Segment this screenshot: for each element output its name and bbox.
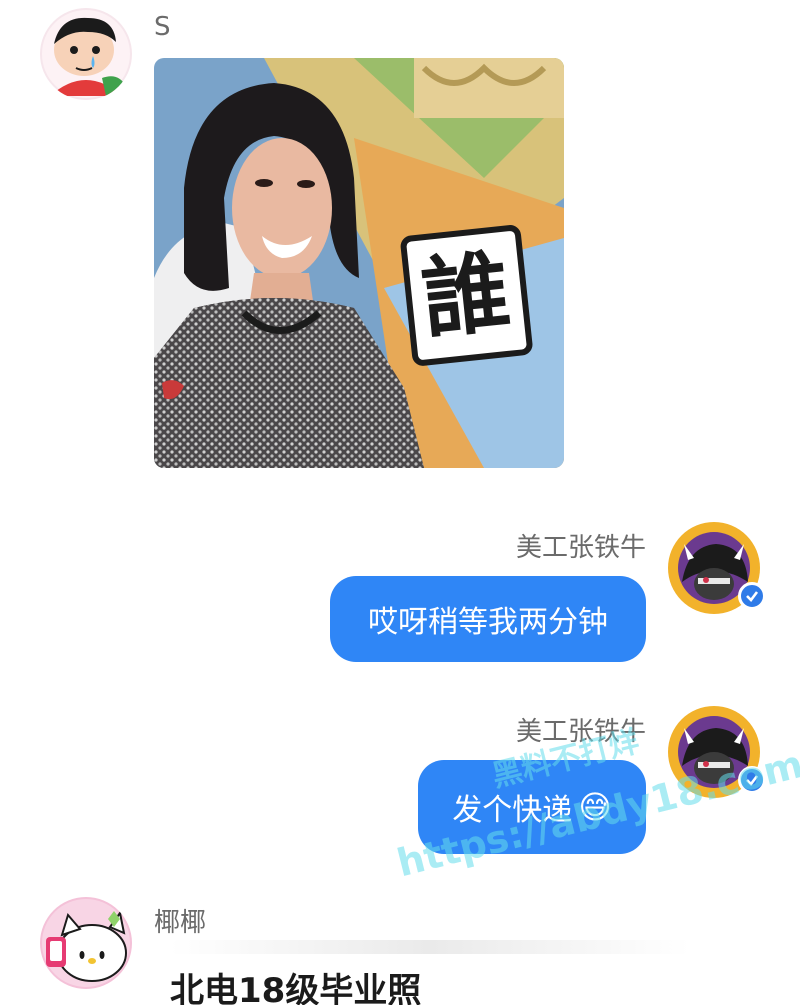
sender-name: 美工张铁牛 <box>515 533 646 563</box>
blurred-divider <box>170 940 690 954</box>
message-bubble[interactable]: 发个快递 😅 <box>418 760 646 854</box>
avatar-yeye[interactable] <box>40 897 132 989</box>
message-text: 哎呀稍等我两分钟 <box>368 605 608 640</box>
message-text[interactable]: 北电18级毕业照 <box>170 963 421 1005</box>
message-bubble[interactable]: 哎呀稍等我两分钟 <box>330 576 646 662</box>
verified-check-icon <box>738 766 766 794</box>
sender-name: 美工张铁牛 <box>515 717 646 747</box>
sweat-smile-emoji-icon: 😅 <box>578 788 612 826</box>
message-text: 发个快递 <box>452 793 573 828</box>
hello-kitty-avatar <box>40 897 132 989</box>
chat-thread[interactable]: S 誰 美工张铁牛 哎呀稍等我两分钟 美工张铁牛 发个快递 😅 黑料不打烊 ht… <box>0 0 800 1005</box>
verified-check-icon <box>738 582 766 610</box>
cartoon-boy-crying-avatar <box>40 8 132 100</box>
image-message[interactable]: 誰 <box>154 58 564 468</box>
sender-name: S <box>154 12 171 42</box>
sender-name: 椰椰 <box>154 908 207 938</box>
sticker-image: 誰 <box>154 58 564 468</box>
sticker-caption: 誰 <box>417 240 515 352</box>
avatar-s[interactable] <box>40 8 132 100</box>
